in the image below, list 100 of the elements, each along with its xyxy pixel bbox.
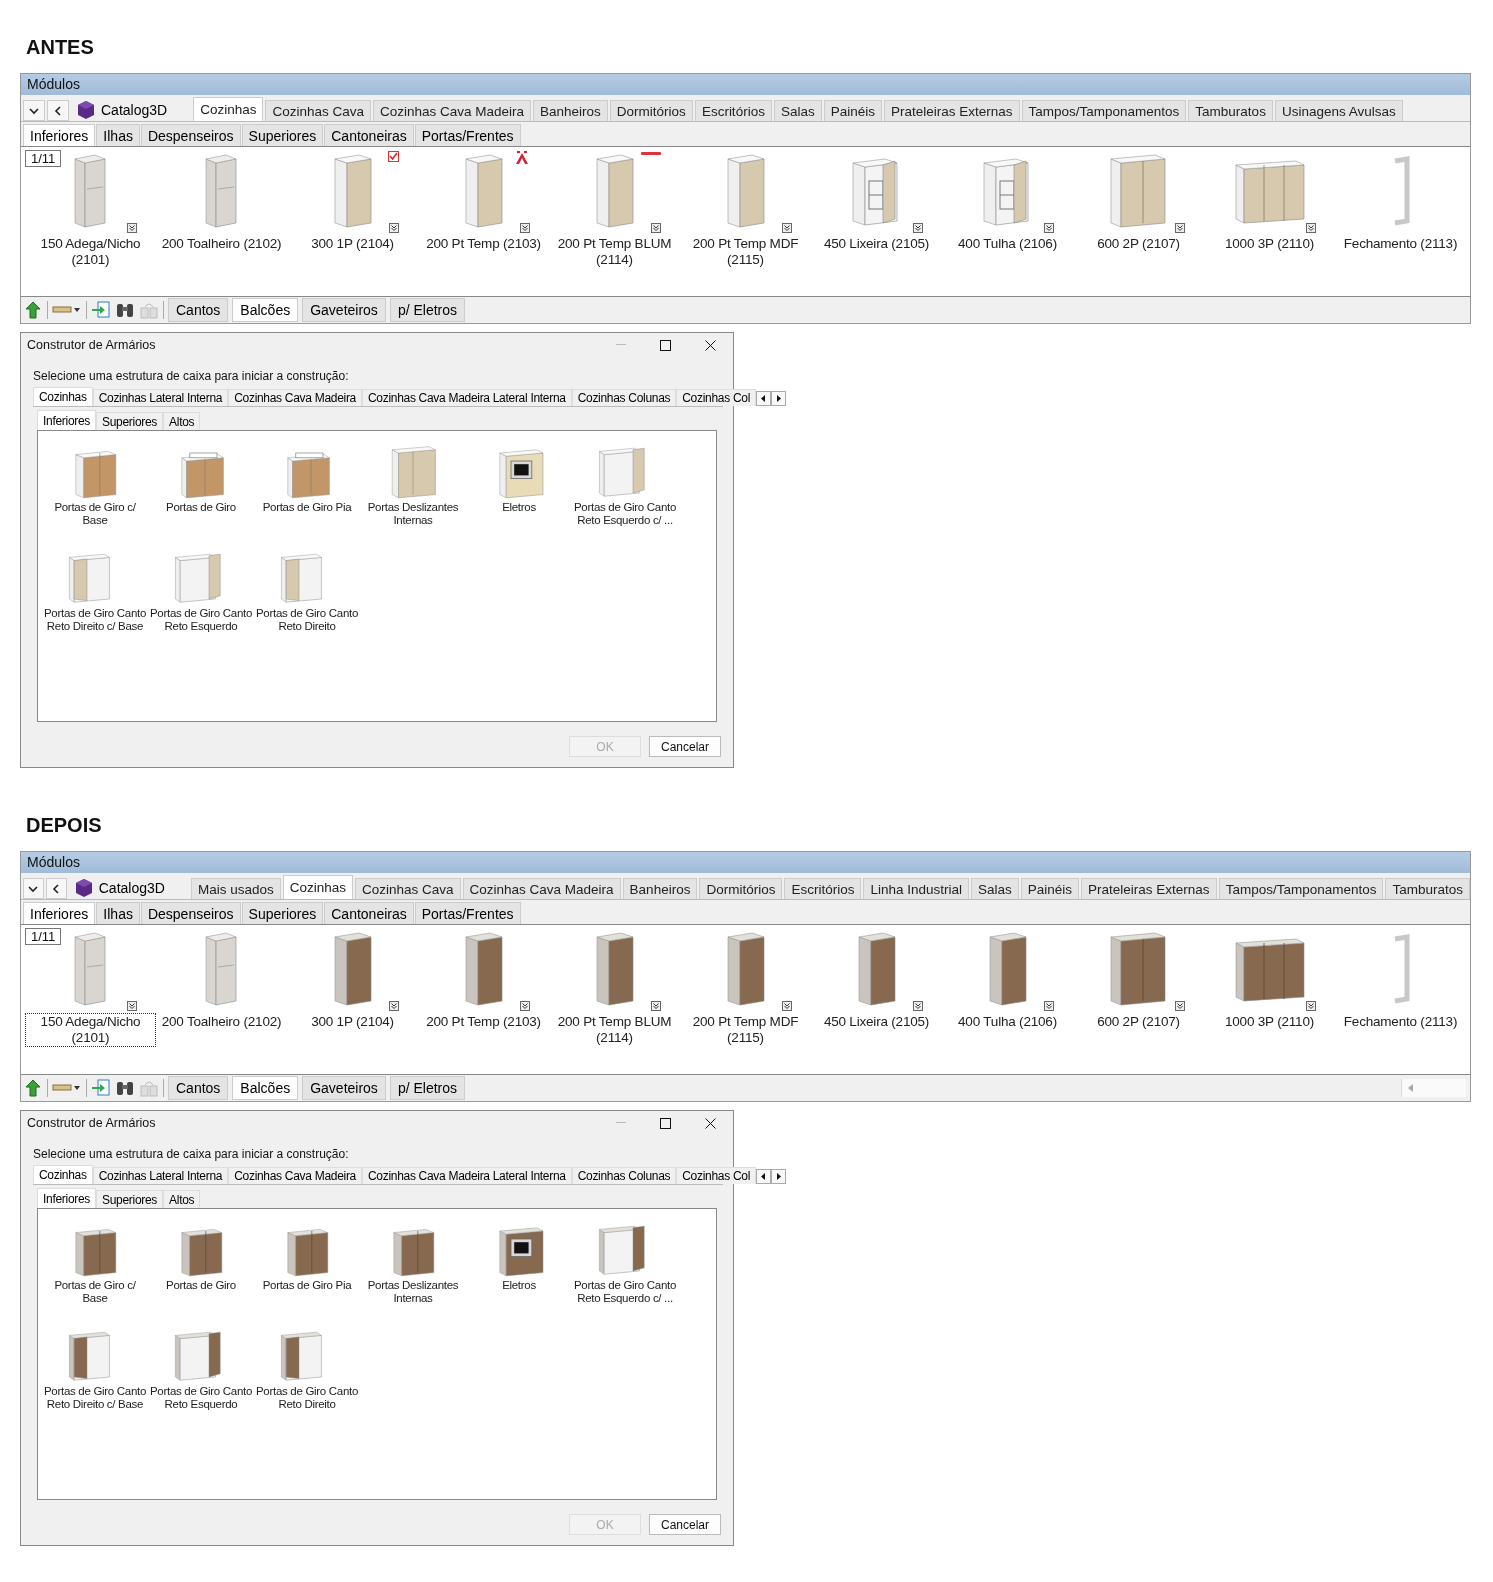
module-label[interactable]: Fechamento (2113) bbox=[1341, 1013, 1460, 1031]
subcategory-tab[interactable]: Inferiores bbox=[23, 902, 96, 924]
expand-icon[interactable] bbox=[781, 223, 792, 233]
expand-icon[interactable] bbox=[912, 1001, 923, 1011]
structure-label[interactable]: Portas de Giro Canto Reto Direito bbox=[254, 607, 360, 633]
module-label[interactable]: Fechamento (2113) bbox=[1341, 235, 1460, 253]
structure-tab[interactable]: Cozinhas Lateral Interna bbox=[92, 1167, 229, 1184]
category-tab[interactable]: Banheiros bbox=[533, 100, 608, 121]
structure-tab[interactable]: Cozinhas Col bbox=[676, 1167, 756, 1184]
structure-label[interactable]: Portas de Giro Canto Reto Direito c/ Base bbox=[42, 1385, 148, 1411]
module-label[interactable]: 300 1P (2104) bbox=[309, 1013, 396, 1031]
expand-icon[interactable] bbox=[519, 223, 530, 233]
expand-icon[interactable] bbox=[519, 1001, 530, 1011]
category-tab[interactable]: Painéis bbox=[823, 100, 882, 121]
close-icon[interactable] bbox=[705, 1117, 716, 1129]
upload-arrow-icon[interactable] bbox=[23, 1078, 43, 1098]
structure-subtab[interactable]: Inferiores bbox=[37, 1188, 97, 1208]
module-label[interactable]: 150 Adega/Nicho (2101) bbox=[25, 1013, 156, 1047]
module-label[interactable]: 200 Pt Temp MDF (2115) bbox=[680, 235, 811, 269]
module-label[interactable]: 200 Toalheiro (2102) bbox=[159, 1013, 284, 1031]
scroll-left-button[interactable] bbox=[756, 1169, 771, 1184]
structure-tab[interactable]: Cozinhas Col bbox=[676, 389, 756, 406]
structure-label[interactable]: Portas de Giro bbox=[166, 501, 236, 514]
structure-tab[interactable]: Cozinhas bbox=[33, 387, 93, 406]
subcategory-tab[interactable]: Portas/Frentes bbox=[414, 124, 521, 146]
group-tab[interactable]: Balcões bbox=[232, 1076, 299, 1100]
category-tab[interactable]: Cozinhas Cava Madeira bbox=[462, 878, 621, 899]
module-label[interactable]: 200 Pt Temp (2103) bbox=[424, 1013, 543, 1031]
expand-icon[interactable] bbox=[650, 1001, 661, 1011]
structure-label[interactable]: Eletros bbox=[502, 1279, 536, 1292]
module-label[interactable]: 400 Tulha (2106) bbox=[956, 235, 1059, 253]
expand-icon[interactable] bbox=[126, 223, 137, 233]
subcategory-tab[interactable]: Cantoneiras bbox=[324, 902, 414, 924]
structure-label[interactable]: Portas de Giro Canto Reto Direito bbox=[254, 1385, 360, 1411]
structure-subtab[interactable]: Superiores bbox=[96, 1190, 164, 1208]
module-label[interactable]: 450 Lixeira (2105) bbox=[821, 1013, 932, 1031]
maximize-icon[interactable] bbox=[660, 339, 671, 351]
structure-tab[interactable]: Cozinhas Colunas bbox=[571, 389, 677, 406]
subcategory-tab[interactable]: Despenseiros bbox=[140, 902, 241, 924]
structure-label[interactable]: Portas de Giro c/ Base bbox=[42, 1279, 148, 1305]
expand-icon[interactable] bbox=[1174, 223, 1185, 233]
expand-icon[interactable] bbox=[650, 223, 661, 233]
subcategory-tab[interactable]: Despenseiros bbox=[140, 124, 241, 146]
module-label[interactable]: 1000 3P (2110) bbox=[1223, 1013, 1316, 1031]
category-tab[interactable]: Tampos/Tamponamentos bbox=[1021, 100, 1187, 121]
category-tab[interactable]: Cozinhas bbox=[282, 875, 353, 899]
structure-tab[interactable]: Cozinhas Lateral Interna bbox=[92, 389, 229, 406]
structure-label[interactable]: Portas Deslizantes Internas bbox=[360, 501, 466, 527]
module-label[interactable]: 600 2P (2107) bbox=[1095, 235, 1182, 253]
category-tab[interactable]: Salas bbox=[773, 100, 822, 121]
group-tab[interactable]: p/ Eletros bbox=[389, 298, 465, 322]
category-tab[interactable]: Banheiros bbox=[622, 878, 698, 899]
group-tab[interactable]: Cantos bbox=[168, 298, 229, 322]
expand-icon[interactable] bbox=[388, 1001, 399, 1011]
structure-subtab[interactable]: Inferiores bbox=[37, 410, 97, 430]
upload-arrow-icon[interactable] bbox=[23, 300, 43, 320]
scroll-left-button[interactable] bbox=[756, 391, 771, 406]
module-label[interactable]: 300 1P (2104) bbox=[309, 235, 396, 253]
module-label[interactable]: 200 Pt Temp MDF (2115) bbox=[680, 1013, 811, 1047]
group-tab[interactable]: Balcões bbox=[232, 298, 299, 322]
structure-label[interactable]: Portas de Giro Pia bbox=[262, 1279, 352, 1292]
scroll-right-button[interactable] bbox=[771, 1169, 786, 1184]
structure-tab[interactable]: Cozinhas Cava Madeira bbox=[228, 389, 362, 406]
category-tab[interactable]: Linha Industrial bbox=[863, 878, 969, 899]
ruler-dropdown-icon[interactable] bbox=[52, 1082, 82, 1094]
expand-icon[interactable] bbox=[1043, 223, 1054, 233]
structure-label[interactable]: Portas de Giro Pia bbox=[262, 501, 352, 514]
structure-label[interactable]: Portas de Giro Canto Reto Esquerdo bbox=[148, 1385, 254, 1411]
subcategory-tab[interactable]: Cantoneiras bbox=[324, 124, 414, 146]
scroll-right-button[interactable] bbox=[771, 391, 786, 406]
expand-icon[interactable] bbox=[1043, 1001, 1054, 1011]
structure-subtab[interactable]: Altos bbox=[163, 412, 201, 430]
expand-icon[interactable] bbox=[1305, 1001, 1316, 1011]
subcategory-tab[interactable]: Portas/Frentes bbox=[414, 902, 521, 924]
expand-icon[interactable] bbox=[1305, 223, 1316, 233]
category-tab[interactable]: Cozinhas bbox=[193, 97, 264, 121]
scroll-bar[interactable] bbox=[1401, 1079, 1466, 1097]
structure-label[interactable]: Portas de Giro Canto Reto Esquerdo bbox=[148, 607, 254, 633]
expand-icon[interactable] bbox=[781, 1001, 792, 1011]
category-tab[interactable]: Escritórios bbox=[694, 100, 772, 121]
subcategory-tab[interactable]: Superiores bbox=[241, 124, 324, 146]
category-tab[interactable]: Usinagens Avulsas bbox=[1274, 100, 1403, 121]
category-tab[interactable]: Salas bbox=[971, 878, 1019, 899]
module-label[interactable]: 200 Pt Temp BLUM (2114) bbox=[549, 1013, 680, 1047]
category-tab[interactable]: Tamburatos bbox=[1188, 100, 1273, 121]
structure-label[interactable]: Portas de Giro c/ Base bbox=[42, 501, 148, 527]
structure-label[interactable]: Portas de Giro Canto Reto Direito c/ Base bbox=[42, 607, 148, 633]
back-button[interactable] bbox=[45, 878, 67, 899]
expand-icon[interactable] bbox=[388, 223, 399, 233]
group-tab[interactable]: Gaveteiros bbox=[302, 298, 386, 322]
category-tab[interactable]: Cozinhas Cava bbox=[355, 878, 461, 899]
dropdown-button[interactable] bbox=[23, 878, 44, 899]
subcategory-tab[interactable]: Superiores bbox=[241, 902, 324, 924]
category-tab[interactable]: Tamburatos bbox=[1385, 878, 1470, 899]
back-button[interactable] bbox=[47, 100, 69, 121]
module-label[interactable]: 600 2P (2107) bbox=[1095, 1013, 1182, 1031]
module-label[interactable]: 400 Tulha (2106) bbox=[956, 1013, 1059, 1031]
module-label[interactable]: 150 Adega/Nicho (2101) bbox=[25, 235, 156, 269]
binoculars-icon[interactable] bbox=[115, 1079, 135, 1097]
category-tab[interactable]: Cozinhas Cava Madeira bbox=[373, 100, 532, 121]
